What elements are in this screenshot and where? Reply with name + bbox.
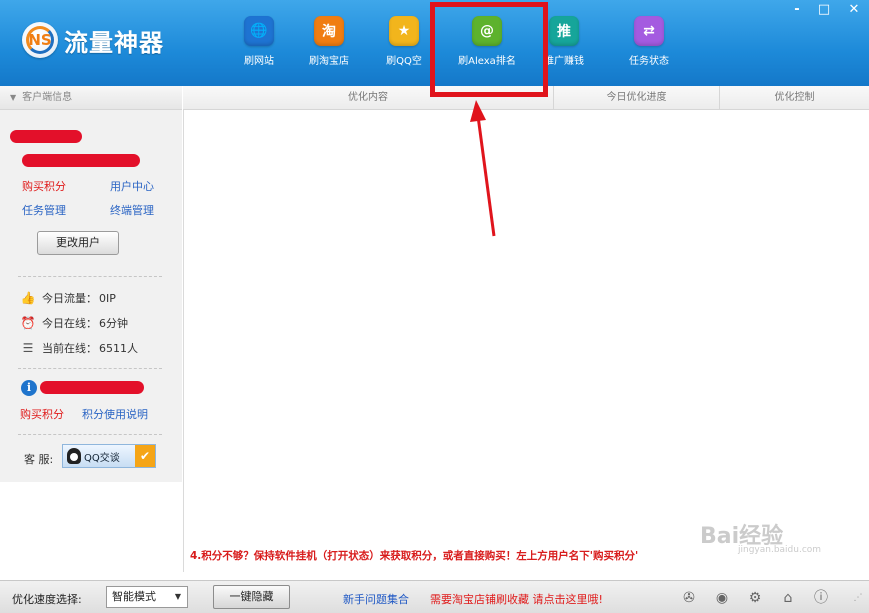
highlight-box <box>430 2 548 97</box>
task-list-area[interactable] <box>183 110 869 572</box>
points-usage-link[interactable]: 积分使用说明 <box>82 406 148 422</box>
qq-penguin-icon <box>67 448 81 464</box>
network-icon[interactable]: ✇ <box>681 590 697 606</box>
toolbar-label: 刷淘宝店 <box>309 56 349 67</box>
column-header-progress: 今日优化进度 <box>554 86 720 110</box>
toolbar-brush-qqzone[interactable]: ★ 刷QQ空 <box>369 0 439 86</box>
redacted-points-info <box>40 381 144 394</box>
taobao-icon: 淘 <box>314 16 344 46</box>
divider <box>18 276 162 277</box>
toolbar-brush-website[interactable]: 🌐 刷网站 <box>224 0 294 86</box>
globe-icon: 🌐 <box>244 16 274 46</box>
today-online-value: 6分钟 <box>99 317 128 330</box>
one-click-hide-button[interactable]: 一键隐藏 <box>213 585 290 609</box>
user-center-link[interactable]: 用户中心 <box>110 178 154 194</box>
toolbar-task-status[interactable]: ⇄ 任务状态 <box>614 0 684 86</box>
app-title: 流量神器 <box>64 28 164 57</box>
change-user-button[interactable]: 更改用户 <box>37 231 119 255</box>
redacted-account <box>22 154 140 167</box>
toolbar-label: 刷QQ空 <box>386 56 422 67</box>
promote-icon: 推 <box>549 16 579 46</box>
buy-points-link-2[interactable]: 购买积分 <box>20 406 64 422</box>
buy-points-link[interactable]: 购买积分 <box>22 178 66 194</box>
today-traffic: 👍 今日流量： 0IP <box>20 291 116 305</box>
info-icon: i <box>21 380 37 396</box>
speed-label: 优化速度选择: <box>12 593 82 606</box>
collapse-icon: ▼ <box>10 93 17 102</box>
info-circle-icon[interactable]: ⓘ <box>813 590 829 606</box>
minimize-button[interactable]: - <box>787 2 807 17</box>
redacted-username <box>10 130 82 143</box>
customer-service-label: 客 服: <box>24 453 54 466</box>
checkmark-icon: ✔ <box>135 445 155 467</box>
current-online: ☰ 当前在线： 6511人 <box>20 340 138 356</box>
today-traffic-value: 0IP <box>99 291 116 305</box>
toolbar-brush-taobao[interactable]: 淘 刷淘宝店 <box>294 0 364 86</box>
maximize-button[interactable]: □ <box>814 2 834 17</box>
client-info-panel: ▼ 客户端信息 购买积分 用户中心 任务管理 终端管理 更改用户 👍 今日流量： … <box>0 86 182 482</box>
gear-icon[interactable]: ⚙ <box>747 590 763 606</box>
current-online-value: 6511人 <box>99 342 138 355</box>
client-info-header[interactable]: ▼ 客户端信息 <box>0 86 182 110</box>
eye-icon[interactable]: ◉ <box>714 590 730 606</box>
logo-badge-icon: NS <box>22 22 58 58</box>
faq-link[interactable]: 新手问题集合 <box>343 591 409 607</box>
qq-chat-button[interactable]: QQ交谈 ✔ <box>62 444 156 468</box>
terminal-manage-link[interactable]: 终端管理 <box>110 202 154 218</box>
today-online: ⏰ 今日在线： 6分钟 <box>20 316 128 330</box>
star-icon: ★ <box>389 16 419 46</box>
chevron-down-icon: ▼ <box>174 592 181 601</box>
online-icon: ☰ <box>22 341 34 355</box>
taobao-promo-link[interactable]: 需要淘宝店铺刷收藏 请点击这里哦! <box>430 591 603 607</box>
resize-grip-icon[interactable]: ⋰ <box>850 590 866 606</box>
column-header-control: 优化控制 <box>720 86 869 110</box>
clock-icon: ⏰ <box>20 316 36 330</box>
watermark-url: jingyan.baidu.com <box>738 545 822 555</box>
toolbar-label: 刷网站 <box>244 56 274 67</box>
thumb-icon: 👍 <box>20 291 36 305</box>
status-bar: 优化速度选择: 智能模式 ▼ 一键隐藏 新手问题集合 需要淘宝店铺刷收藏 请点击… <box>0 580 869 613</box>
task-manage-link[interactable]: 任务管理 <box>22 202 66 218</box>
divider <box>18 368 162 369</box>
divider <box>18 434 162 435</box>
points-notice: 4.积分不够？保持软件挂机（打开状态）来获取积分，或者直接购买！左上方用户名下'… <box>190 550 639 562</box>
close-button[interactable]: ✕ <box>844 2 864 17</box>
home-icon[interactable]: ⌂ <box>780 590 796 606</box>
toolbar-label: 任务状态 <box>629 56 669 67</box>
sync-icon: ⇄ <box>634 16 664 46</box>
app-logo: NS 流量神器 <box>22 22 164 58</box>
speed-mode-select[interactable]: 智能模式 ▼ <box>106 586 188 608</box>
